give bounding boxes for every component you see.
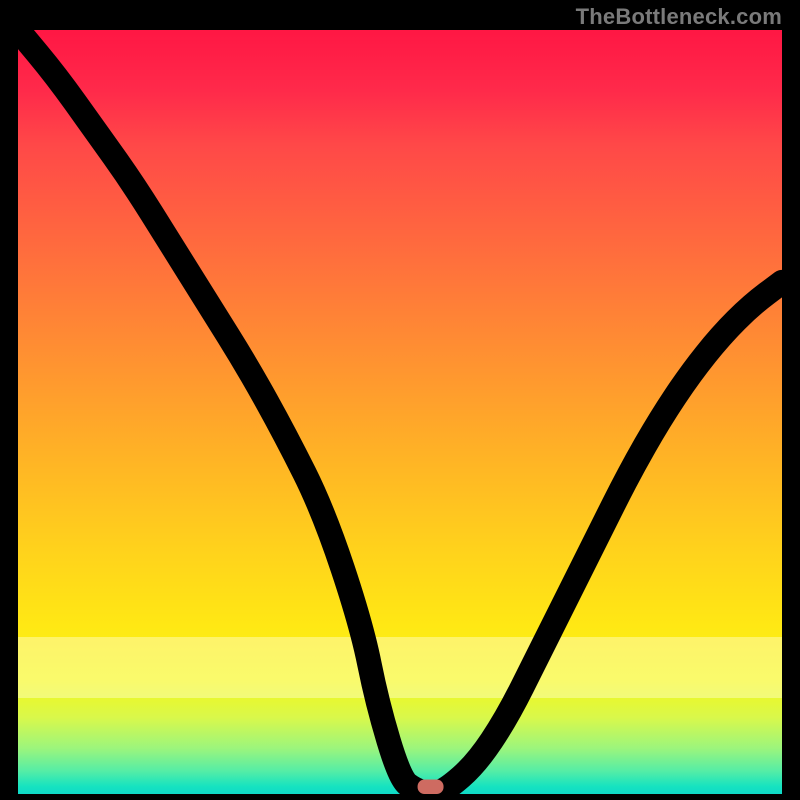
chart-container: TheBottleneck.com [0, 0, 800, 800]
curve-svg [18, 30, 782, 794]
plot-area [18, 30, 782, 794]
watermark-label: TheBottleneck.com [576, 4, 782, 30]
bottleneck-curve [18, 30, 782, 793]
optimal-marker [418, 779, 444, 794]
